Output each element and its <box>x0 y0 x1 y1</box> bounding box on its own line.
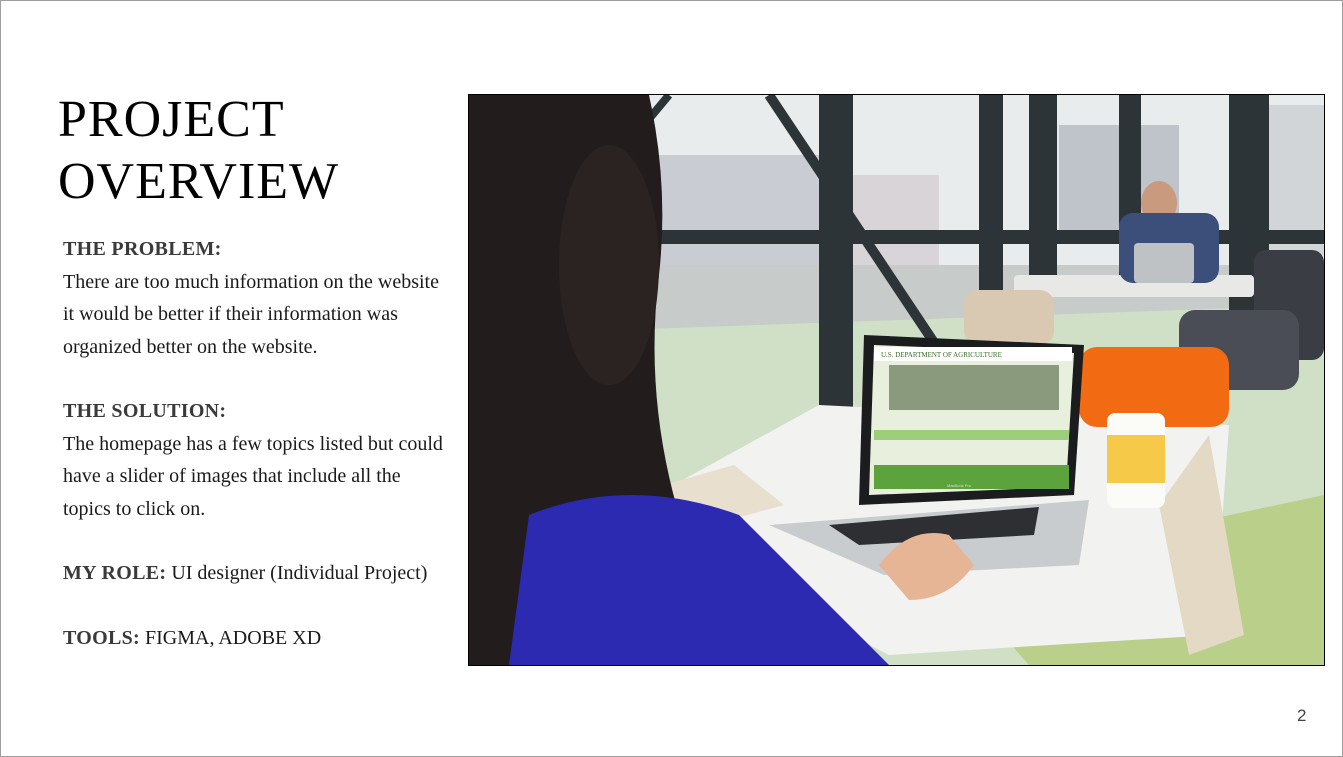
page-title: PROJECT OVERVIEW <box>58 89 339 213</box>
problem-heading: THE PROBLEM: <box>63 238 222 260</box>
slide: PROJECT OVERVIEW THE PROBLEM: There are … <box>0 0 1343 757</box>
problem-section: THE PROBLEM: There are too much informat… <box>63 233 443 363</box>
tools-section: TOOLS: FIGMA, ADOBE XD <box>63 622 443 655</box>
laptop-screen-header: U.S. DEPARTMENT OF AGRICULTURE <box>881 351 1002 359</box>
title-line-1: PROJECT <box>58 91 285 148</box>
laptop-screen-green <box>874 465 1069 489</box>
laptop-brand: MacBook Pro <box>947 483 972 488</box>
title-line-2: OVERVIEW <box>58 153 340 210</box>
page-number: 2 <box>1297 706 1307 725</box>
overview-body: THE PROBLEM: There are too much informat… <box>63 233 443 654</box>
problem-text: There are too much information on the we… <box>63 270 439 358</box>
solution-heading: THE SOLUTION: <box>63 400 227 422</box>
solution-section: THE SOLUTION: The homepage has a few top… <box>63 395 443 525</box>
solution-text: The homepage has a few topics listed but… <box>63 432 443 520</box>
role-text: UI designer (Individual Project) <box>166 562 428 584</box>
role-section: MY ROLE: UI designer (Individual Project… <box>63 557 443 590</box>
project-photo: U.S. DEPARTMENT OF AGRICULTURE MacBook P… <box>468 94 1325 666</box>
tools-heading: TOOLS: <box>63 626 141 649</box>
photo-illustration: U.S. DEPARTMENT OF AGRICULTURE MacBook P… <box>469 95 1324 665</box>
yellow-cup-band <box>1107 435 1165 483</box>
role-heading: MY ROLE: <box>63 562 167 584</box>
tools-text: FIGMA, ADOBE XD <box>140 626 322 649</box>
